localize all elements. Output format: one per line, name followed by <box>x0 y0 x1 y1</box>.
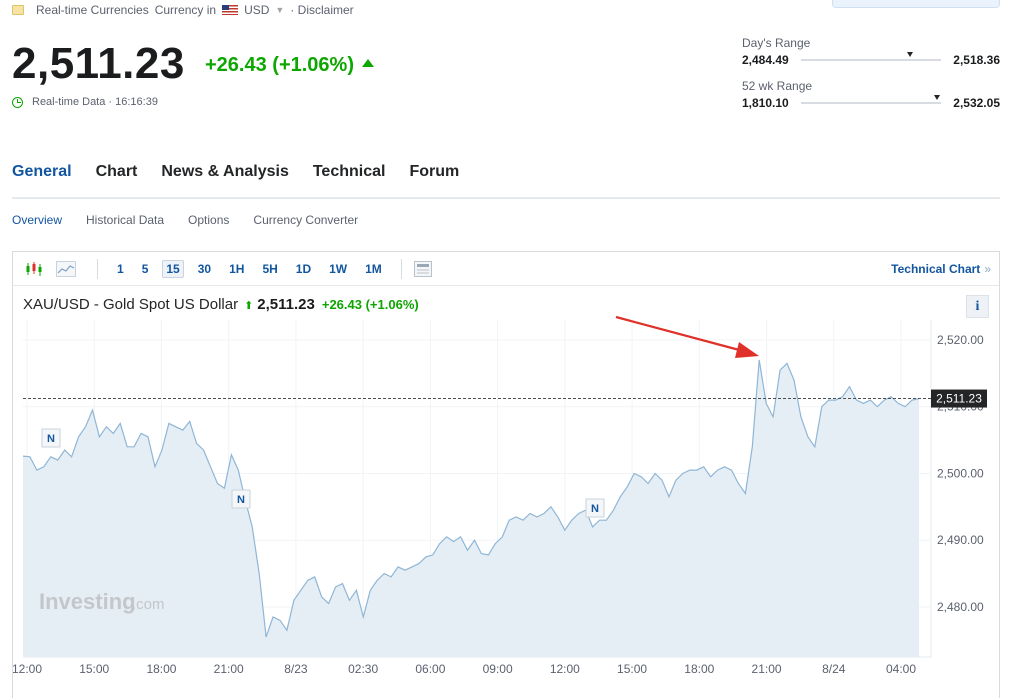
sub-tabs: Overview Historical Data Options Currenc… <box>12 213 382 227</box>
up-triangle-icon <box>362 59 374 67</box>
x-tick-label: 21:00 <box>752 662 782 676</box>
x-tick-label: 8/24 <box>822 662 846 676</box>
tab-general[interactable]: General <box>12 163 72 199</box>
tab-news-analysis[interactable]: News & Analysis <box>161 163 288 199</box>
days-range-marker <box>907 52 914 57</box>
realtime-data-line: Real-time Data · 16:16:39 <box>12 96 158 108</box>
x-tick-label: 02:30 <box>348 662 378 676</box>
annotation-arrow-shaft <box>615 315 744 353</box>
days-range-high: 2,518.36 <box>953 53 1000 67</box>
price-chart[interactable]: 12:00 15:00 18:00 21:00 8/23 02:30 06:00 09:00 1… <box>13 252 999 698</box>
x-tick-label: 18:00 <box>146 662 176 676</box>
x-tick-label: 09:00 <box>483 662 513 676</box>
subtab-currency-converter[interactable]: Currency Converter <box>253 213 358 227</box>
chevron-down-icon[interactable]: ▼ <box>275 5 284 15</box>
us-flag-icon <box>222 5 239 15</box>
tab-chart[interactable]: Chart <box>96 163 138 199</box>
main-tabs: General Chart News & Analysis Technical … <box>12 163 1000 199</box>
folder-icon <box>12 5 24 15</box>
last-price: 2,511.23 <box>12 39 185 88</box>
news-marker-label: N <box>591 503 599 515</box>
days-range-bar <box>800 52 942 61</box>
investing-watermark: Investing <box>39 589 136 614</box>
52wk-range-marker <box>934 95 941 100</box>
news-marker-label: N <box>47 433 55 445</box>
x-tick-label: 04:00 <box>886 662 916 676</box>
52wk-range-high: 2,532.05 <box>953 96 1000 110</box>
annotation-arrow-head <box>735 342 759 358</box>
top-right-button[interactable] <box>832 0 1000 8</box>
last-price-label: 2,511.23 <box>936 392 982 406</box>
y-tick-label: 2,520.00 <box>937 333 984 347</box>
52wk-range: 52 wk Range 1,810.10 2,532.05 <box>742 79 1000 110</box>
tab-technical[interactable]: Technical <box>313 163 386 199</box>
realtime-data-label: Real-time Data · 16:16:39 <box>32 96 158 108</box>
52wk-range-low: 1,810.10 <box>742 96 789 110</box>
news-marker-label: N <box>237 494 245 506</box>
price-change: +26.43 (+1.06%) <box>205 53 374 77</box>
y-tick-label: 2,490.00 <box>937 533 984 547</box>
tab-forum[interactable]: Forum <box>409 163 459 199</box>
x-tick-label: 06:00 <box>415 662 445 676</box>
currency-selector[interactable]: USD <box>244 3 269 17</box>
x-tick-label: 15:00 <box>79 662 109 676</box>
top-info-bar: Real-time Currencies Currency in USD ▼ ·… <box>12 2 360 18</box>
clock-icon <box>12 96 23 108</box>
y-tick-label: 2,500.00 <box>937 466 984 480</box>
x-tick-label: 12:00 <box>550 662 580 676</box>
days-range-low: 2,484.49 <box>742 53 789 67</box>
realtime-currencies-label: Real-time Currencies <box>36 3 149 17</box>
y-tick-label: 2,480.00 <box>937 600 984 614</box>
price-change-value: +26.43 (+1.06%) <box>205 54 354 76</box>
chart-widget: 1 5 15 30 1H 5H 1D 1W 1M Technical Chart… <box>12 251 1000 698</box>
x-tick-label: 21:00 <box>214 662 244 676</box>
days-range: Day's Range 2,484.49 2,518.36 <box>742 36 1000 67</box>
subtab-historical-data[interactable]: Historical Data <box>86 213 164 227</box>
x-tick-label: 12:00 <box>13 662 42 676</box>
52wk-range-label: 52 wk Range <box>742 79 813 93</box>
investing-watermark-suffix: .com <box>132 596 165 613</box>
currency-in-label: Currency in <box>154 3 217 17</box>
x-tick-label: 8/23 <box>284 662 308 676</box>
52wk-range-bar <box>800 95 942 104</box>
subtab-overview[interactable]: Overview <box>12 213 62 227</box>
disclaimer-link[interactable]: · Disclaimer <box>290 3 353 17</box>
x-tick-label: 18:00 <box>684 662 714 676</box>
x-tick-label: 15:00 <box>617 662 647 676</box>
days-range-label: Day's Range <box>742 36 811 50</box>
subtab-options[interactable]: Options <box>188 213 229 227</box>
